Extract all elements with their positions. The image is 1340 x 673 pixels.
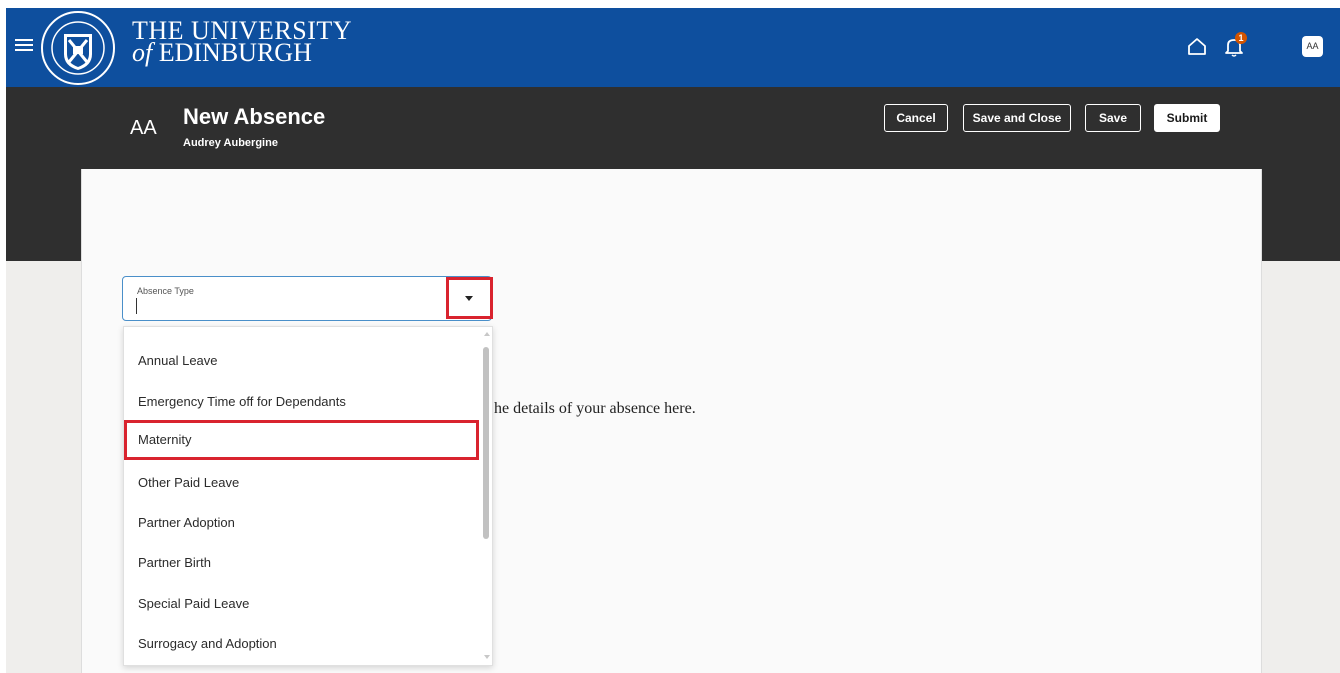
page-avatar-initials: AA xyxy=(130,117,157,139)
person-name: Audrey Aubergine xyxy=(183,137,278,149)
university-crest-icon[interactable] xyxy=(40,10,116,86)
absence-type-input[interactable] xyxy=(136,298,436,314)
user-avatar[interactable]: AA xyxy=(1302,36,1323,57)
helper-text: he details of your absence here. xyxy=(494,400,696,417)
absence-type-listbox[interactable]: Annual Leave Emergency Time off for Depe… xyxy=(123,326,493,666)
absence-type-dropdown-button[interactable] xyxy=(446,277,493,319)
notification-count-badge: 1 xyxy=(1235,32,1247,44)
absence-type-label: Absence Type xyxy=(137,286,194,296)
page-title: New Absence xyxy=(183,104,326,129)
option-partner-adoption[interactable]: Partner Adoption xyxy=(124,503,479,543)
option-surrogacy-and-adoption[interactable]: Surrogacy and Adoption xyxy=(124,624,479,664)
home-icon[interactable] xyxy=(1187,36,1207,56)
caret-down-icon xyxy=(465,296,473,301)
cancel-button[interactable]: Cancel xyxy=(884,104,948,132)
option-annual-leave[interactable]: Annual Leave xyxy=(124,341,479,381)
scrollbar-thumb[interactable] xyxy=(483,347,489,539)
save-button[interactable]: Save xyxy=(1085,104,1141,132)
scroll-up-icon[interactable] xyxy=(484,332,490,336)
university-header: THE UNIVERSITY of EDINBURGH 1 AA xyxy=(6,8,1340,87)
app-frame: THE UNIVERSITY of EDINBURGH 1 AA AA New … xyxy=(6,8,1340,673)
hamburger-menu-icon[interactable] xyxy=(15,36,33,56)
option-other-paid-leave[interactable]: Other Paid Leave xyxy=(124,463,479,503)
save-and-close-button[interactable]: Save and Close xyxy=(963,104,1071,132)
absence-type-field[interactable]: Absence Type xyxy=(122,276,492,321)
university-wordmark: THE UNIVERSITY of EDINBURGH xyxy=(132,18,352,66)
option-special-paid-leave[interactable]: Special Paid Leave xyxy=(124,584,479,624)
scroll-down-icon[interactable] xyxy=(484,655,490,659)
option-emergency-time-off[interactable]: Emergency Time off for Dependants xyxy=(124,382,479,422)
submit-button[interactable]: Submit xyxy=(1154,104,1220,132)
university-name-edinburgh: EDINBURGH xyxy=(158,38,312,67)
notifications-button[interactable]: 1 xyxy=(1223,32,1251,58)
university-name-line2: of EDINBURGH xyxy=(132,40,352,66)
listbox-scrollbar[interactable] xyxy=(480,327,492,665)
university-name-of: of xyxy=(132,38,153,67)
option-maternity[interactable]: Maternity xyxy=(124,420,479,460)
option-partner-birth[interactable]: Partner Birth xyxy=(124,543,479,583)
